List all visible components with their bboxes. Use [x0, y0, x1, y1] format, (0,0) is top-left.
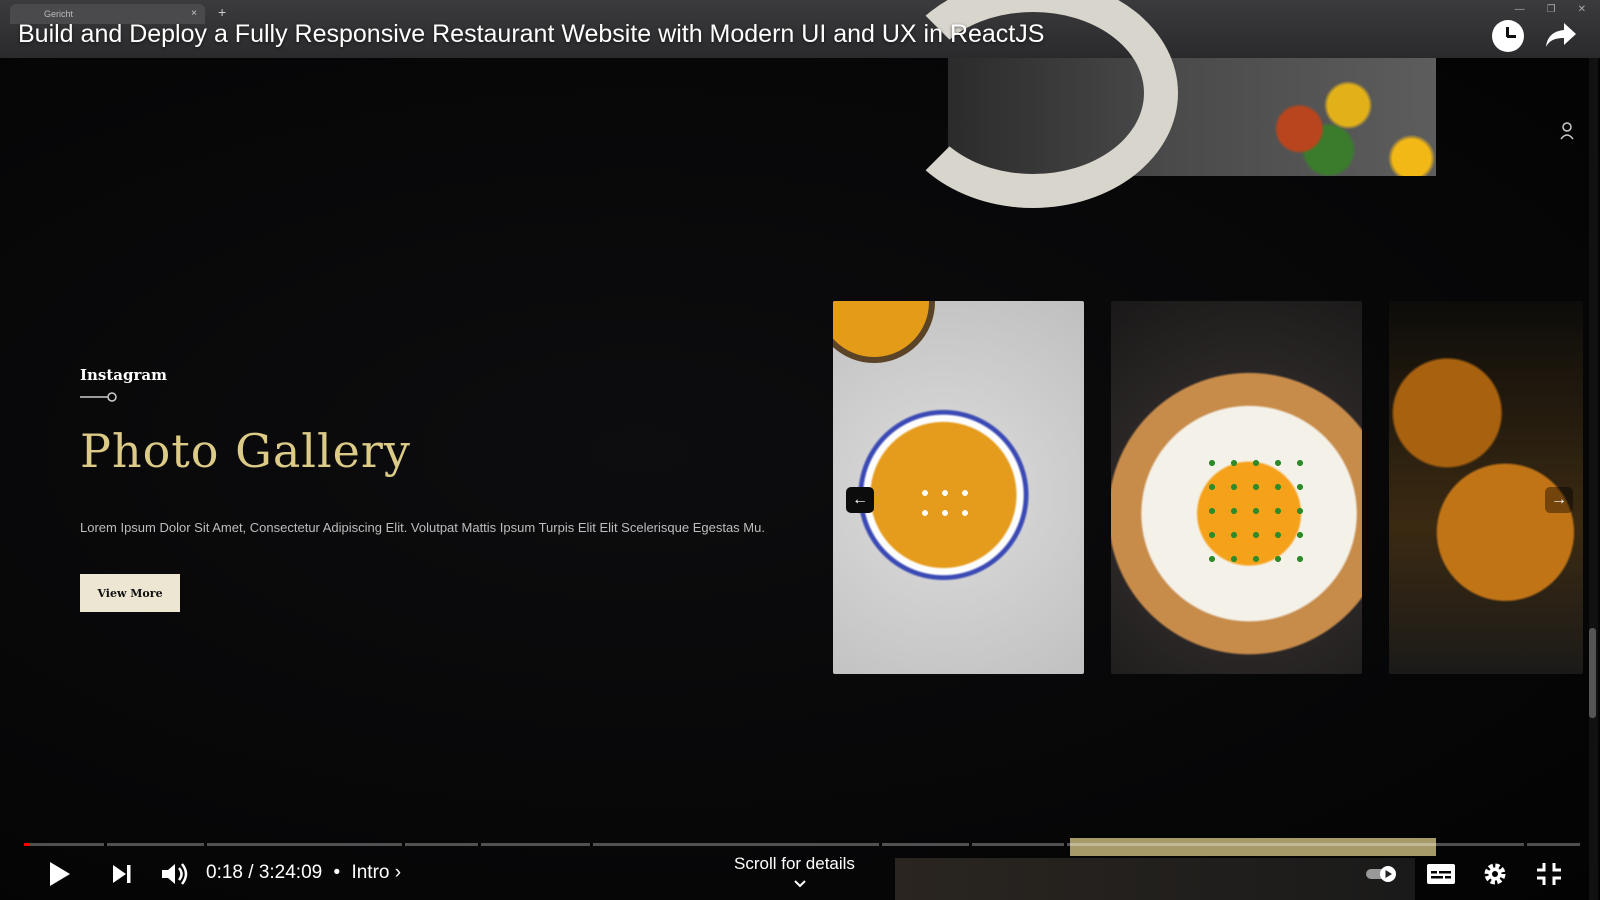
chevron-down-icon[interactable]: [792, 878, 808, 890]
chapter-separator: •: [333, 862, 341, 883]
exit-fullscreen-icon[interactable]: [1532, 856, 1566, 892]
video-frame[interactable]: Gericht × + — ❐ ✕ Instagram Photo Galler…: [0, 0, 1600, 900]
scrollbar-thumb[interactable]: [1589, 628, 1596, 718]
chapter-marker: [1524, 843, 1527, 846]
progress-fill: [24, 843, 30, 846]
footer-image-strip: [895, 858, 1415, 900]
share-icon[interactable]: [1544, 20, 1578, 50]
view-more-button[interactable]: View More: [80, 574, 180, 612]
contact-icon: [1560, 122, 1574, 140]
chapter-marker: [1064, 843, 1067, 846]
gallery-title: Photo Gallery: [80, 424, 411, 478]
gallery-description: Lorem Ipsum Dolor Sit Amet, Consectetur …: [80, 520, 765, 535]
clock-icon[interactable]: [1492, 20, 1524, 52]
new-tab-icon: +: [218, 4, 227, 20]
browser-tab-close-icon: ×: [191, 8, 197, 19]
window-controls: — ❐ ✕: [1515, 4, 1586, 15]
hero-food-image: [888, 0, 1436, 208]
video-title[interactable]: Build and Deploy a Fully Responsive Rest…: [18, 20, 1044, 49]
close-icon: ✕: [1577, 4, 1586, 15]
next-icon[interactable]: [104, 856, 140, 892]
volume-icon[interactable]: [156, 856, 192, 892]
chapter-marker: [879, 843, 882, 846]
time-display: 0:18 / 3:24:09 • Intro ›: [206, 862, 401, 884]
total-time: 3:24:09: [258, 862, 323, 883]
play-icon[interactable]: [40, 856, 76, 892]
current-time: 0:18: [206, 862, 243, 883]
chapter-marker: [478, 843, 481, 846]
arrow-left-icon[interactable]: ←: [846, 487, 874, 513]
gallery-image-egg[interactable]: [1111, 301, 1362, 674]
captions-icon[interactable]: [1424, 856, 1458, 892]
gallery-subtitle: Instagram: [80, 366, 167, 384]
browser-tab-title: Gericht: [44, 9, 74, 19]
progress-bar[interactable]: [24, 843, 1580, 846]
chapter-title[interactable]: Intro: [351, 862, 389, 883]
scroll-for-details[interactable]: Scroll for details: [734, 854, 855, 874]
gear-icon[interactable]: [1478, 856, 1512, 892]
chapter-marker: [204, 843, 207, 846]
chapter-marker: [402, 843, 405, 846]
arrow-right-icon[interactable]: →: [1545, 487, 1573, 513]
footer-gold-bar: [1070, 838, 1436, 856]
minimize-icon: —: [1514, 4, 1525, 15]
page-scrollbar[interactable]: [1589, 58, 1598, 900]
autoplay-toggle[interactable]: [1364, 856, 1400, 892]
chevron-right-icon[interactable]: ›: [395, 862, 401, 883]
maximize-icon: ❐: [1546, 4, 1556, 15]
chapter-marker: [969, 843, 972, 846]
spoon-icon: [80, 392, 117, 402]
time-separator: /: [248, 862, 254, 883]
chapter-marker: [104, 843, 107, 846]
chapter-marker: [590, 843, 593, 846]
